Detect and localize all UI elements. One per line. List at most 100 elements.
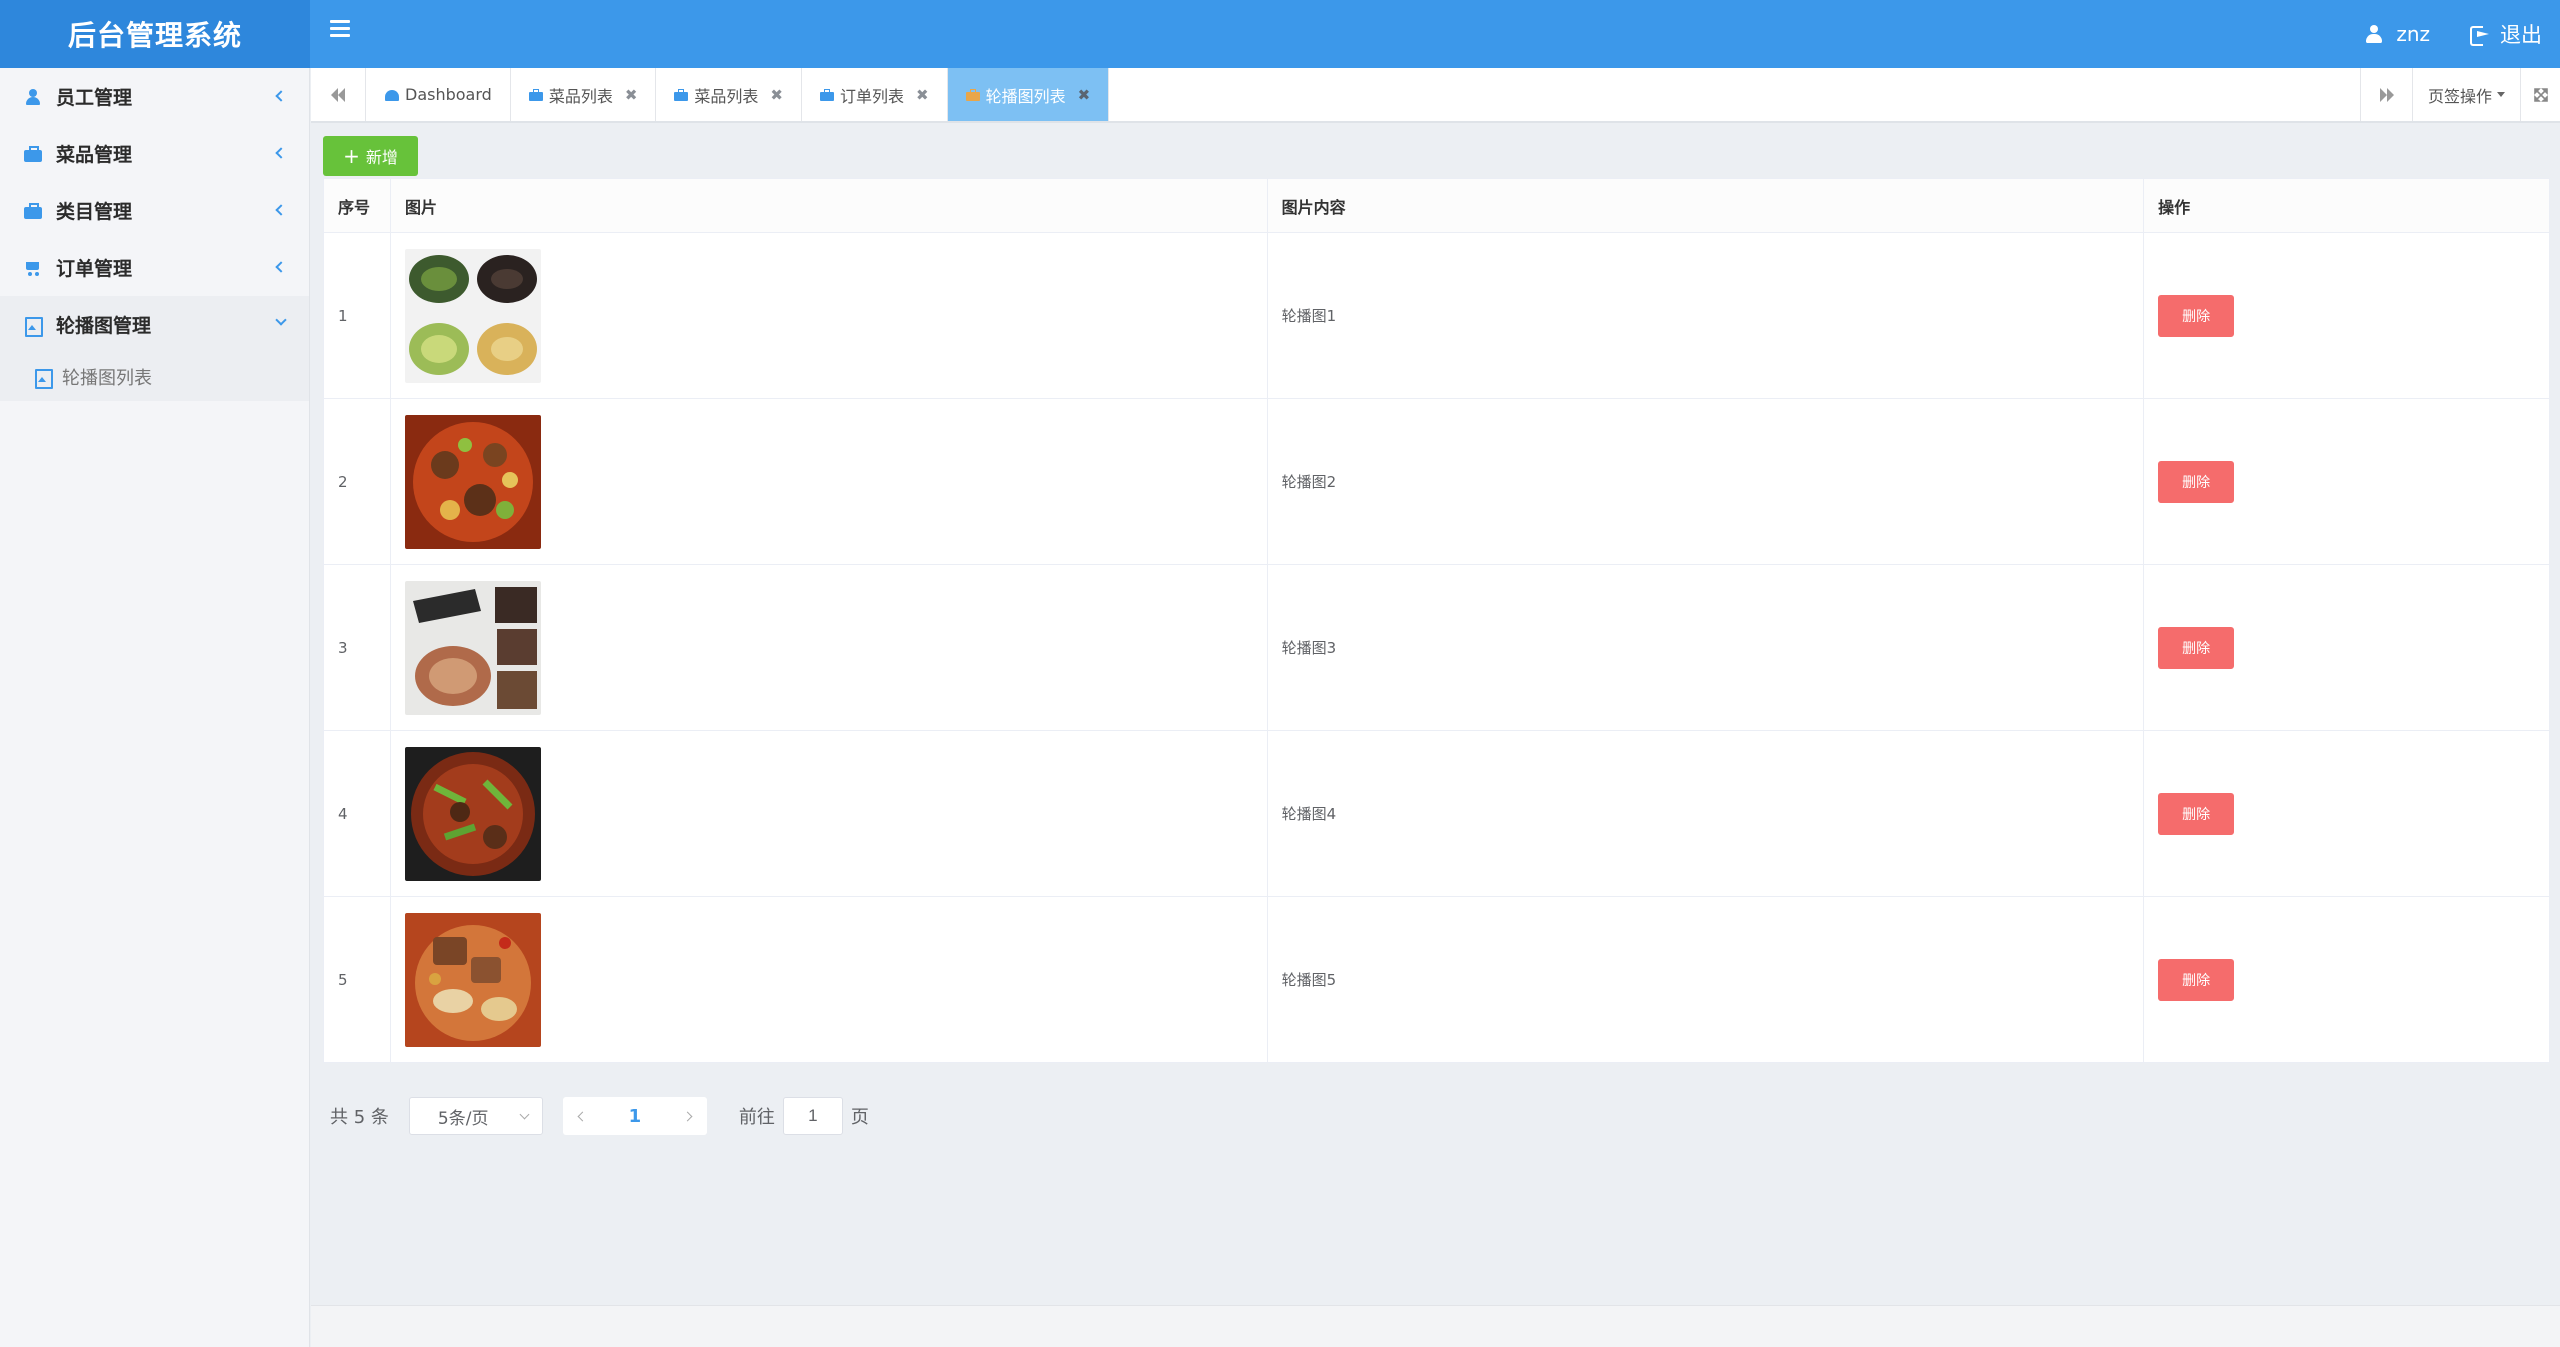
row-content: 轮播图3 [1266, 564, 2145, 731]
chevron-down-icon [519, 1109, 530, 1120]
tab-list: Dashboard 菜品列表 ✖ 菜品列表 ✖ 订单列表 ✖ 轮播图列表 ✖ [367, 68, 1110, 121]
page-size-value: 5条/页 [437, 1108, 489, 1129]
goto-prefix: 前往 [738, 1107, 775, 1128]
tab-dish-list-2[interactable]: 菜品列表 ✖ [656, 68, 802, 121]
chevron-left-icon [275, 90, 287, 102]
delete-button[interactable]: 删除 [2158, 958, 2235, 1001]
briefcase-icon [965, 88, 980, 101]
page-size-select[interactable]: 5条/页 [408, 1097, 543, 1135]
caret-down-icon [2497, 92, 2505, 97]
tab-scroll-right-button[interactable] [2360, 68, 2412, 121]
briefcase-icon [528, 88, 543, 101]
pagination: 共 5 条 5条/页 1 前往 页 [330, 1096, 869, 1136]
table-row: 4 轮播图4 删除 [323, 730, 2550, 897]
tab-label: 订单列表 [840, 86, 905, 106]
sidebar-item-carousel[interactable]: 轮播图管理 [0, 296, 309, 353]
picture-icon [24, 316, 43, 337]
sidebar-item-category[interactable]: 类目管理 [0, 182, 309, 239]
sidebar-item-label: 轮播图管理 [56, 315, 152, 337]
table-row: 2 轮播图2 删除 [323, 398, 2550, 565]
tab-right-controls: 页签操作 [2360, 68, 2560, 121]
menu-toggle-icon[interactable] [330, 20, 350, 38]
close-icon[interactable]: ✖ [625, 86, 638, 104]
column-header-image: 图片 [389, 178, 1268, 233]
sidebar-subitem-carousel-list[interactable]: 轮播图列表 [0, 353, 309, 401]
goto-page-input[interactable] [782, 1097, 843, 1135]
page-ops-label: 页签操作 [2427, 86, 2492, 106]
delete-button[interactable]: 删除 [2158, 626, 2235, 669]
logout-label: 退出 [2500, 23, 2542, 47]
top-header: 后台管理系统 znz 退出 [0, 0, 2560, 68]
close-icon[interactable]: ✖ [1078, 86, 1091, 104]
delete-button[interactable]: 删除 [2158, 460, 2235, 503]
row-content: 轮播图5 [1266, 896, 2145, 1063]
tab-carousel-list[interactable]: 轮播图列表 ✖ [947, 68, 1110, 121]
app-title: 后台管理系统 [0, 0, 310, 68]
tab-scroll-left-button[interactable] [311, 68, 366, 121]
dashboard-icon [385, 89, 399, 101]
fullscreen-button[interactable] [2520, 68, 2560, 121]
tab-dashboard[interactable]: Dashboard [367, 68, 511, 121]
tab-label: 轮播图列表 [985, 86, 1066, 106]
delete-button[interactable]: 删除 [2158, 792, 2235, 835]
page-ops-dropdown[interactable]: 页签操作 [2412, 68, 2520, 121]
carousel-image [404, 248, 541, 383]
sidebar-item-label: 菜品管理 [56, 144, 133, 166]
carousel-image [404, 580, 541, 715]
briefcase-icon [24, 145, 42, 162]
user-icon [2366, 25, 2383, 43]
next-page-icon[interactable] [682, 1111, 693, 1121]
chevron-down-icon [275, 314, 287, 326]
sidebar-item-label: 类目管理 [56, 201, 133, 223]
tab-label: Dashboard [405, 85, 492, 104]
goto-suffix: 页 [850, 1107, 869, 1128]
row-content: 轮播图4 [1266, 730, 2145, 897]
plus-icon: + [343, 144, 360, 168]
pager-controls: 1 [562, 1097, 707, 1135]
close-icon[interactable]: ✖ [770, 86, 783, 104]
picture-icon [34, 369, 53, 389]
carousel-image [404, 414, 541, 549]
row-index: 3 [323, 564, 391, 731]
fullscreen-icon [2533, 87, 2548, 102]
sidebar-item-employee[interactable]: 员工管理 [0, 68, 309, 125]
sidebar-item-label: 员工管理 [56, 87, 133, 109]
double-right-icon [2379, 87, 2394, 102]
page-number[interactable]: 1 [629, 1106, 642, 1127]
sidebar-subitem-label: 轮播图列表 [62, 368, 152, 389]
briefcase-icon [674, 88, 689, 101]
row-content: 轮播图2 [1266, 398, 2145, 565]
carousel-table: 序号 图片 图片内容 操作 1 轮播图1 删除 2 轮播图2 删除 3 轮播图3… [323, 178, 2550, 1063]
chevron-left-icon [275, 147, 287, 159]
table-row: 3 轮播图3 删除 [323, 564, 2550, 731]
sidebar-item-dish[interactable]: 菜品管理 [0, 125, 309, 182]
table-row: 5 轮播图5 删除 [323, 896, 2550, 1063]
carousel-image [404, 746, 541, 881]
prev-page-icon[interactable] [577, 1111, 588, 1121]
tab-label: 菜品列表 [694, 86, 759, 106]
sidebar: 员工管理 菜品管理 类目管理 订单管理 轮播图管理 轮播图列表 [0, 68, 310, 1347]
add-button-label: 新增 [365, 148, 398, 167]
footer-bar [311, 1305, 2560, 1347]
tab-label: 菜品列表 [548, 86, 613, 106]
delete-button[interactable]: 删除 [2158, 294, 2235, 337]
logout-button[interactable]: 退出 [2470, 0, 2542, 68]
close-icon[interactable]: ✖ [916, 86, 929, 104]
tab-order-list[interactable]: 订单列表 ✖ [802, 68, 948, 121]
user-icon [24, 88, 42, 105]
column-header-index: 序号 [323, 178, 391, 233]
row-content: 轮播图1 [1266, 232, 2145, 399]
column-header-content: 图片内容 [1266, 178, 2145, 233]
tab-dish-list[interactable]: 菜品列表 ✖ [511, 68, 657, 121]
add-button[interactable]: + 新增 [323, 136, 418, 176]
sign-out-icon [2470, 25, 2490, 46]
chevron-left-icon [275, 261, 287, 273]
pagination-total: 共 5 条 [330, 1107, 389, 1128]
user-menu[interactable]: znz [2366, 0, 2430, 68]
briefcase-icon [820, 88, 834, 101]
username: znz [2396, 22, 2430, 46]
table-header-row: 序号 图片 图片内容 操作 [323, 178, 2550, 233]
sidebar-item-order[interactable]: 订单管理 [0, 239, 309, 296]
double-left-icon [331, 87, 345, 102]
briefcase-icon [24, 202, 42, 219]
